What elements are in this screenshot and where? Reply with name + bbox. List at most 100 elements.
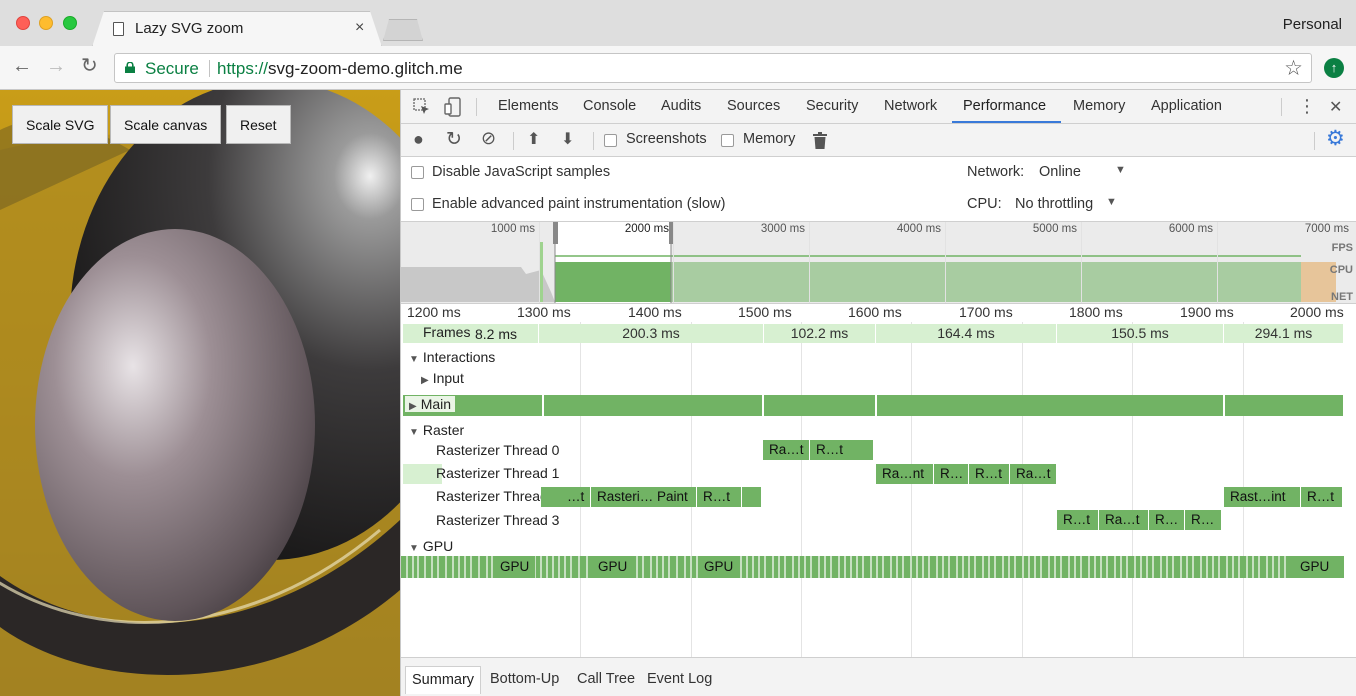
interactions-track-header[interactable]: ▼ Interactions — [409, 349, 495, 365]
reload-icon[interactable]: ↻ — [81, 56, 98, 76]
raster-event[interactable]: Ra…t — [763, 440, 810, 460]
screenshots-label: Screenshots — [626, 131, 707, 147]
maximize-window-button[interactable] — [63, 16, 77, 30]
input-track-header[interactable]: ▶ Input — [421, 370, 464, 386]
raster-event[interactable]: R…t — [1301, 487, 1343, 507]
tab-close-icon[interactable]: × — [355, 19, 364, 37]
main-thread-bar[interactable] — [544, 395, 762, 416]
cpu-throttle-select[interactable]: No throttling — [1015, 196, 1093, 212]
browser-tab[interactable]: Lazy SVG zoom × — [92, 11, 382, 47]
close-devtools-icon[interactable]: ✕ — [1329, 97, 1342, 117]
tab-network[interactable]: Network — [884, 98, 937, 114]
frame-block[interactable]: 164.4 ms — [876, 324, 1057, 343]
chevron-down-icon[interactable]: ▼ — [1106, 196, 1117, 208]
paint-instrumentation-checkbox[interactable] — [411, 198, 424, 211]
raster-event[interactable]: Rasteri… Paint — [591, 487, 697, 507]
frame-block[interactable]: 150.5 ms — [1057, 324, 1224, 343]
tab-summary[interactable]: Summary — [405, 666, 482, 694]
clear-icon[interactable]: ⊘ — [481, 128, 496, 149]
zoomed-svg-artwork — [0, 90, 400, 696]
inspect-element-icon[interactable] — [413, 98, 431, 116]
raster-event[interactable]: R…t — [697, 487, 742, 507]
gpu-event-strip[interactable] — [401, 556, 1344, 578]
record-icon[interactable]: ● — [413, 129, 424, 150]
screenshots-checkbox[interactable] — [604, 134, 617, 147]
tab-console[interactable]: Console — [583, 98, 636, 114]
more-options-icon[interactable]: ⋮ — [1298, 96, 1316, 117]
capture-settings-gear-icon[interactable]: ⚙ — [1326, 126, 1345, 151]
raster-event[interactable]: R…t — [810, 440, 874, 460]
network-throttle-select[interactable]: Online — [1039, 164, 1081, 180]
raster-event[interactable] — [742, 487, 762, 507]
tab-event-log[interactable]: Event Log — [641, 666, 718, 694]
raster-event[interactable]: Ra…t — [1099, 510, 1149, 530]
raster-event[interactable]: R…t — [969, 464, 1010, 484]
scale-svg-button[interactable]: Scale SVG — [12, 105, 109, 144]
url-text[interactable]: https://svg-zoom-demo.glitch.me — [217, 59, 463, 79]
tab-security[interactable]: Security — [806, 98, 858, 114]
main-thread-bar[interactable] — [877, 395, 1223, 416]
gpu-event[interactable]: GPU — [592, 556, 634, 578]
forward-arrow-icon[interactable]: → — [46, 56, 66, 76]
minimize-window-button[interactable] — [39, 16, 53, 30]
raster-event[interactable]: R…t — [1057, 510, 1099, 530]
divider — [1314, 132, 1315, 150]
overview-tick-label: 6000 ms — [1168, 223, 1213, 235]
raster-event[interactable]: …t — [541, 487, 591, 507]
save-profile-icon[interactable]: ⬇ — [561, 129, 574, 149]
frame-block[interactable]: 102.2 ms — [764, 324, 876, 343]
load-profile-icon[interactable]: ⬆ — [527, 129, 540, 149]
frame-block[interactable]: 200.3 ms — [539, 324, 764, 343]
gpu-event[interactable]: GPU — [494, 556, 536, 578]
frame-block[interactable]: 294.1 ms — [1224, 324, 1344, 343]
gpu-event[interactable]: GPU — [698, 556, 740, 578]
update-icon[interactable]: ↑ — [1324, 58, 1344, 78]
chevron-down-icon[interactable]: ▼ — [1115, 164, 1126, 176]
raster-event[interactable]: R… — [1185, 510, 1222, 530]
memory-checkbox[interactable] — [721, 134, 734, 147]
raster-event[interactable]: R… — [934, 464, 969, 484]
divider — [476, 98, 477, 116]
performance-toolbar: ● ↻ ⊘ ⬆ ⬇ Screenshots Memory ⚙ — [401, 124, 1356, 157]
scale-canvas-button[interactable]: Scale canvas — [110, 105, 222, 144]
tab-bottom-up[interactable]: Bottom-Up — [484, 666, 565, 694]
tab-memory[interactable]: Memory — [1073, 98, 1125, 114]
reset-button[interactable]: Reset — [226, 105, 291, 144]
profile-button[interactable]: Personal — [1283, 16, 1342, 33]
tab-elements[interactable]: Elements — [498, 98, 558, 114]
overview-gridline — [673, 222, 674, 303]
gpu-event[interactable]: GPU — [1294, 556, 1336, 578]
raster-event[interactable]: Ra…nt — [876, 464, 934, 484]
raster-track-header[interactable]: ▼ Raster — [409, 422, 464, 438]
tab-call-tree[interactable]: Call Tree — [571, 666, 641, 694]
main-track-header[interactable]: ▶ Main — [405, 396, 456, 412]
gpu-track-header[interactable]: ▼ GPU — [409, 538, 453, 554]
divider — [209, 60, 210, 77]
trash-icon[interactable] — [813, 132, 827, 149]
frames-track: Frames 8.2 ms 200.3 ms 102.2 ms 164.4 ms… — [401, 322, 1356, 344]
main-thread-bar[interactable] — [1225, 395, 1343, 416]
overview-tick-label: 3000 ms — [760, 223, 805, 235]
timeline-overview[interactable]: 1000 ms 2000 ms 3000 ms 4000 ms 5000 ms … — [401, 222, 1356, 304]
raster-event[interactable]: Ra…t — [1010, 464, 1057, 484]
main-thread-bar[interactable] — [764, 395, 875, 416]
bookmark-star-icon[interactable]: ☆ — [1284, 56, 1303, 81]
overview-gridline — [809, 222, 810, 303]
raster-event[interactable]: Rast…int — [1224, 487, 1301, 507]
overview-gridline — [539, 222, 540, 303]
new-tab-button[interactable] — [383, 19, 423, 41]
reload-profile-icon[interactable]: ↻ — [446, 128, 462, 151]
raster-event[interactable]: R… — [1149, 510, 1185, 530]
overview-gridline — [945, 222, 946, 303]
tab-audits[interactable]: Audits — [661, 98, 701, 114]
tab-application[interactable]: Application — [1151, 98, 1222, 114]
address-bar[interactable]: Secure https://svg-zoom-demo.glitch.me ☆ — [114, 53, 1312, 83]
active-tab-indicator — [952, 121, 1061, 123]
tab-sources[interactable]: Sources — [727, 98, 780, 114]
tab-performance[interactable]: Performance — [963, 98, 1046, 114]
fps-label: FPS — [1331, 242, 1353, 254]
back-arrow-icon[interactable]: ← — [12, 56, 32, 76]
disable-js-samples-checkbox[interactable] — [411, 166, 424, 179]
device-toolbar-icon[interactable] — [444, 97, 462, 117]
close-window-button[interactable] — [16, 16, 30, 30]
